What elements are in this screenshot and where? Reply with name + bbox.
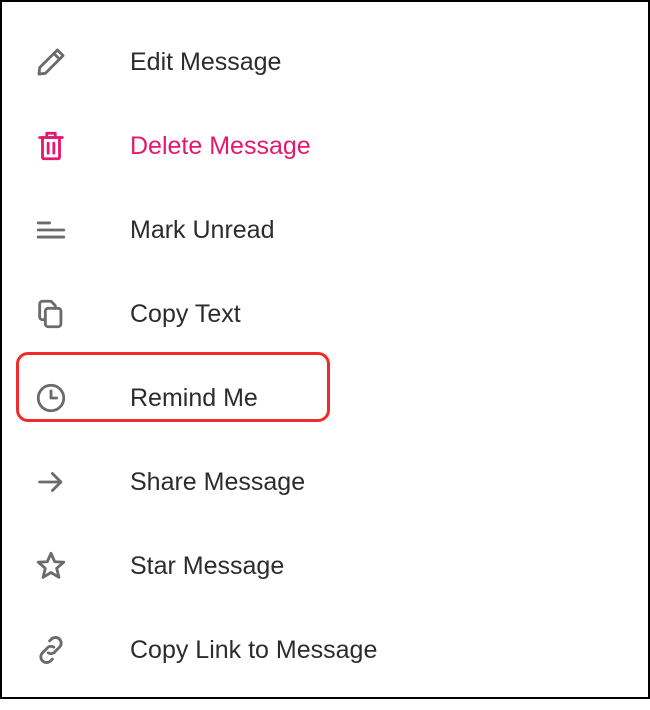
menu-item-delete-message[interactable]: Delete Message xyxy=(2,104,648,188)
menu-item-edit-message[interactable]: Edit Message xyxy=(2,20,648,104)
share-arrow-icon xyxy=(32,463,70,501)
clock-icon xyxy=(32,379,70,417)
menu-item-copy-text[interactable]: Copy Text xyxy=(2,272,648,356)
menu-item-copy-link[interactable]: Copy Link to Message xyxy=(2,608,648,692)
menu-item-remind-me[interactable]: Remind Me xyxy=(2,356,648,440)
menu-list: Edit Message Delete Message xyxy=(2,2,648,710)
menu-item-mark-unread[interactable]: Mark Unread xyxy=(2,188,648,272)
trash-icon xyxy=(32,127,70,165)
menu-item-star-message[interactable]: Star Message xyxy=(2,524,648,608)
menu-item-label: Edit Message xyxy=(130,48,281,77)
link-icon xyxy=(32,631,70,669)
menu-item-label: Share Message xyxy=(130,468,305,497)
menu-item-share-message[interactable]: Share Message xyxy=(2,440,648,524)
message-context-menu: Edit Message Delete Message xyxy=(2,2,648,710)
menu-item-label: Star Message xyxy=(130,552,284,581)
menu-item-label: Copy Text xyxy=(130,300,241,329)
menu-item-label: Delete Message xyxy=(130,132,311,161)
menu-item-label: Mark Unread xyxy=(130,216,275,245)
unread-icon xyxy=(32,211,70,249)
star-icon xyxy=(32,547,70,585)
copy-icon xyxy=(32,295,70,333)
menu-item-label: Copy Link to Message xyxy=(130,636,377,665)
pencil-icon xyxy=(32,43,70,81)
menu-item-label: Remind Me xyxy=(130,384,258,413)
